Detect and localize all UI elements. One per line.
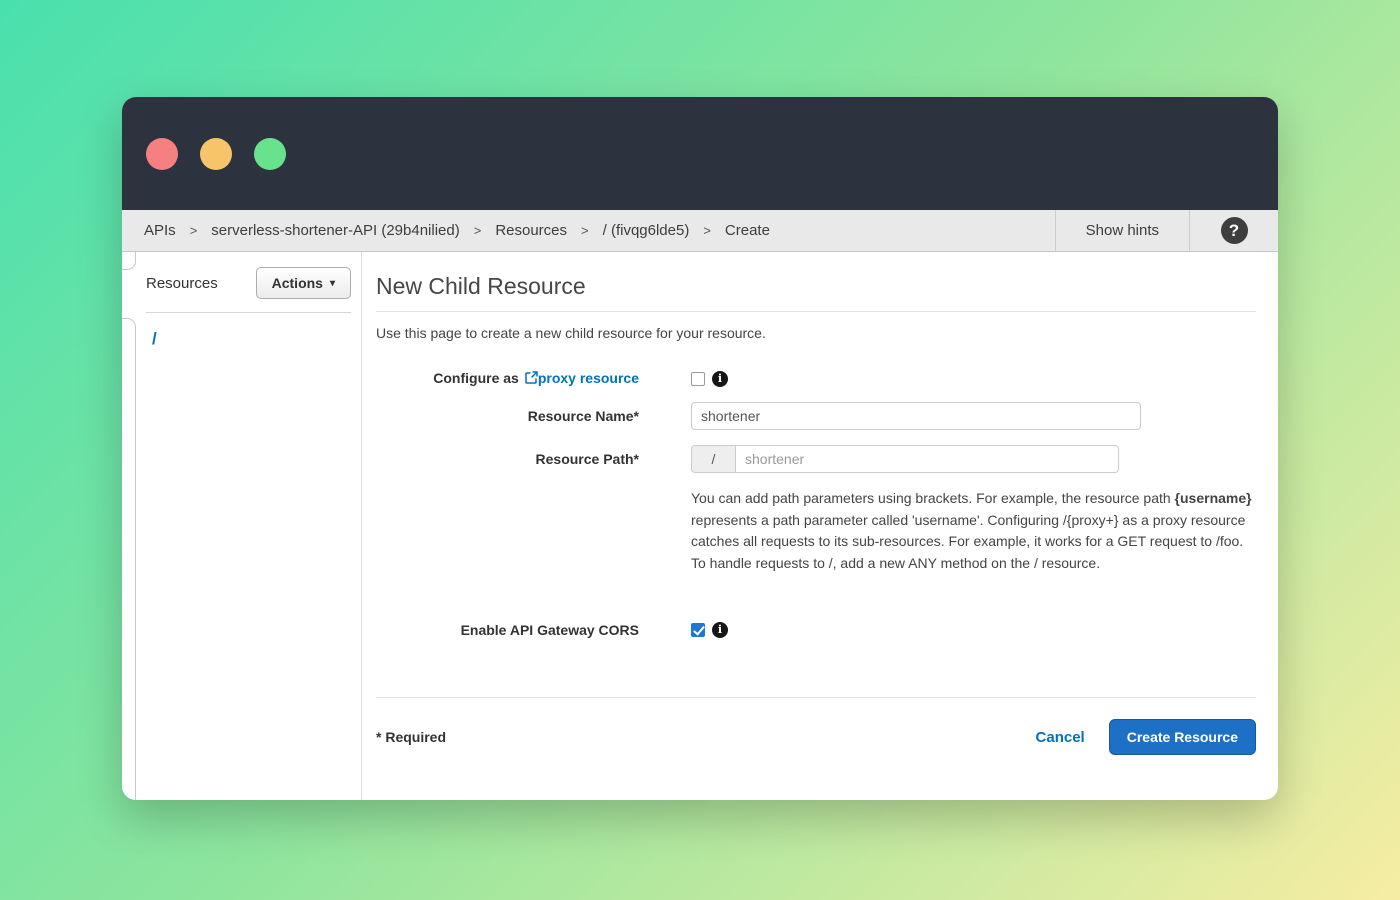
breadcrumb-bar: APIs > serverless-shortener-API (29b4nil…	[122, 210, 1278, 252]
page-title: New Child Resource	[376, 273, 1256, 300]
intro-text: Use this page to create a new child reso…	[376, 325, 1256, 341]
sidebar-header: Resources Actions ▾	[122, 252, 361, 299]
configure-as-control: i	[691, 370, 728, 387]
path-help-bold: {username}	[1175, 490, 1252, 506]
help-cell: ?	[1190, 210, 1278, 251]
resource-name-label: Resource Name*	[376, 402, 639, 430]
panel-edge-decoration	[122, 318, 136, 800]
main-pane: New Child Resource Use this page to crea…	[362, 252, 1278, 800]
resources-sidebar: Resources Actions ▾ /	[122, 252, 362, 800]
resource-path-control: /	[691, 445, 1119, 473]
proxy-resource-link[interactable]: proxy resource	[538, 370, 639, 386]
window-titlebar	[122, 97, 1278, 210]
actions-dropdown-button[interactable]: Actions ▾	[256, 267, 351, 299]
console-content: Resources Actions ▾ / New Child Resource…	[122, 252, 1278, 800]
breadcrumb-apis[interactable]: APIs	[144, 222, 176, 239]
form-footer: * Required Cancel Create Resource	[376, 698, 1256, 755]
breadcrumb-separator: >	[190, 223, 198, 238]
cors-label: Enable API Gateway CORS	[376, 621, 639, 638]
create-resource-button[interactable]: Create Resource	[1109, 719, 1256, 755]
resource-name-row: Resource Name*	[376, 402, 1256, 430]
resource-path-input[interactable]	[736, 445, 1119, 473]
breadcrumb-root-resource[interactable]: / (fivqg6lde5)	[603, 222, 690, 239]
configure-as-row: Configure as proxy resource i	[376, 370, 1256, 387]
breadcrumb-separator: >	[703, 223, 711, 238]
cors-control: i	[691, 621, 728, 638]
browser-window: APIs > serverless-shortener-API (29b4nil…	[122, 97, 1278, 800]
breadcrumb-api-name[interactable]: serverless-shortener-API (29b4nilied)	[211, 222, 459, 239]
required-note: * Required	[376, 729, 446, 745]
sidebar-title: Resources	[146, 275, 218, 292]
path-prefix-addon: /	[691, 445, 736, 473]
breadcrumb-separator: >	[581, 223, 589, 238]
path-help-part1: You can add path parameters using bracke…	[691, 490, 1175, 506]
title-divider	[376, 311, 1256, 312]
external-link-icon	[525, 371, 538, 387]
close-window-button[interactable]	[146, 138, 178, 170]
configure-as-label: Configure as proxy resource	[376, 370, 639, 387]
info-icon[interactable]: i	[712, 371, 728, 387]
breadcrumb-separator: >	[474, 223, 482, 238]
breadcrumb: APIs > serverless-shortener-API (29b4nil…	[122, 210, 1055, 251]
resource-name-control	[691, 402, 1141, 430]
show-hints-button[interactable]: Show hints	[1055, 210, 1190, 251]
chevron-down-icon: ▾	[330, 278, 335, 289]
sidebar-divider	[146, 312, 351, 313]
info-icon[interactable]: i	[712, 622, 728, 638]
cors-row: Enable API Gateway CORS i	[376, 621, 1256, 638]
resource-path-label: Resource Path*	[376, 445, 639, 473]
minimize-window-button[interactable]	[200, 138, 232, 170]
help-icon[interactable]: ?	[1221, 217, 1248, 244]
footer-actions: Cancel Create Resource	[1036, 719, 1256, 755]
resource-name-input[interactable]	[691, 402, 1141, 430]
breadcrumb-create: Create	[725, 222, 770, 239]
actions-button-label: Actions	[272, 275, 323, 291]
proxy-resource-checkbox[interactable]	[691, 372, 705, 386]
resource-path-row: Resource Path* /	[376, 445, 1256, 473]
zoom-window-button[interactable]	[254, 138, 286, 170]
configure-as-label-text: Configure as	[433, 370, 519, 386]
breadcrumb-resources[interactable]: Resources	[495, 222, 567, 239]
show-hints-label: Show hints	[1086, 222, 1159, 239]
cancel-button[interactable]: Cancel	[1036, 729, 1085, 746]
path-help-part2: represents a path parameter called 'user…	[691, 512, 1245, 571]
path-help-text: You can add path parameters using bracke…	[691, 488, 1253, 574]
cors-checkbox[interactable]	[691, 623, 705, 637]
